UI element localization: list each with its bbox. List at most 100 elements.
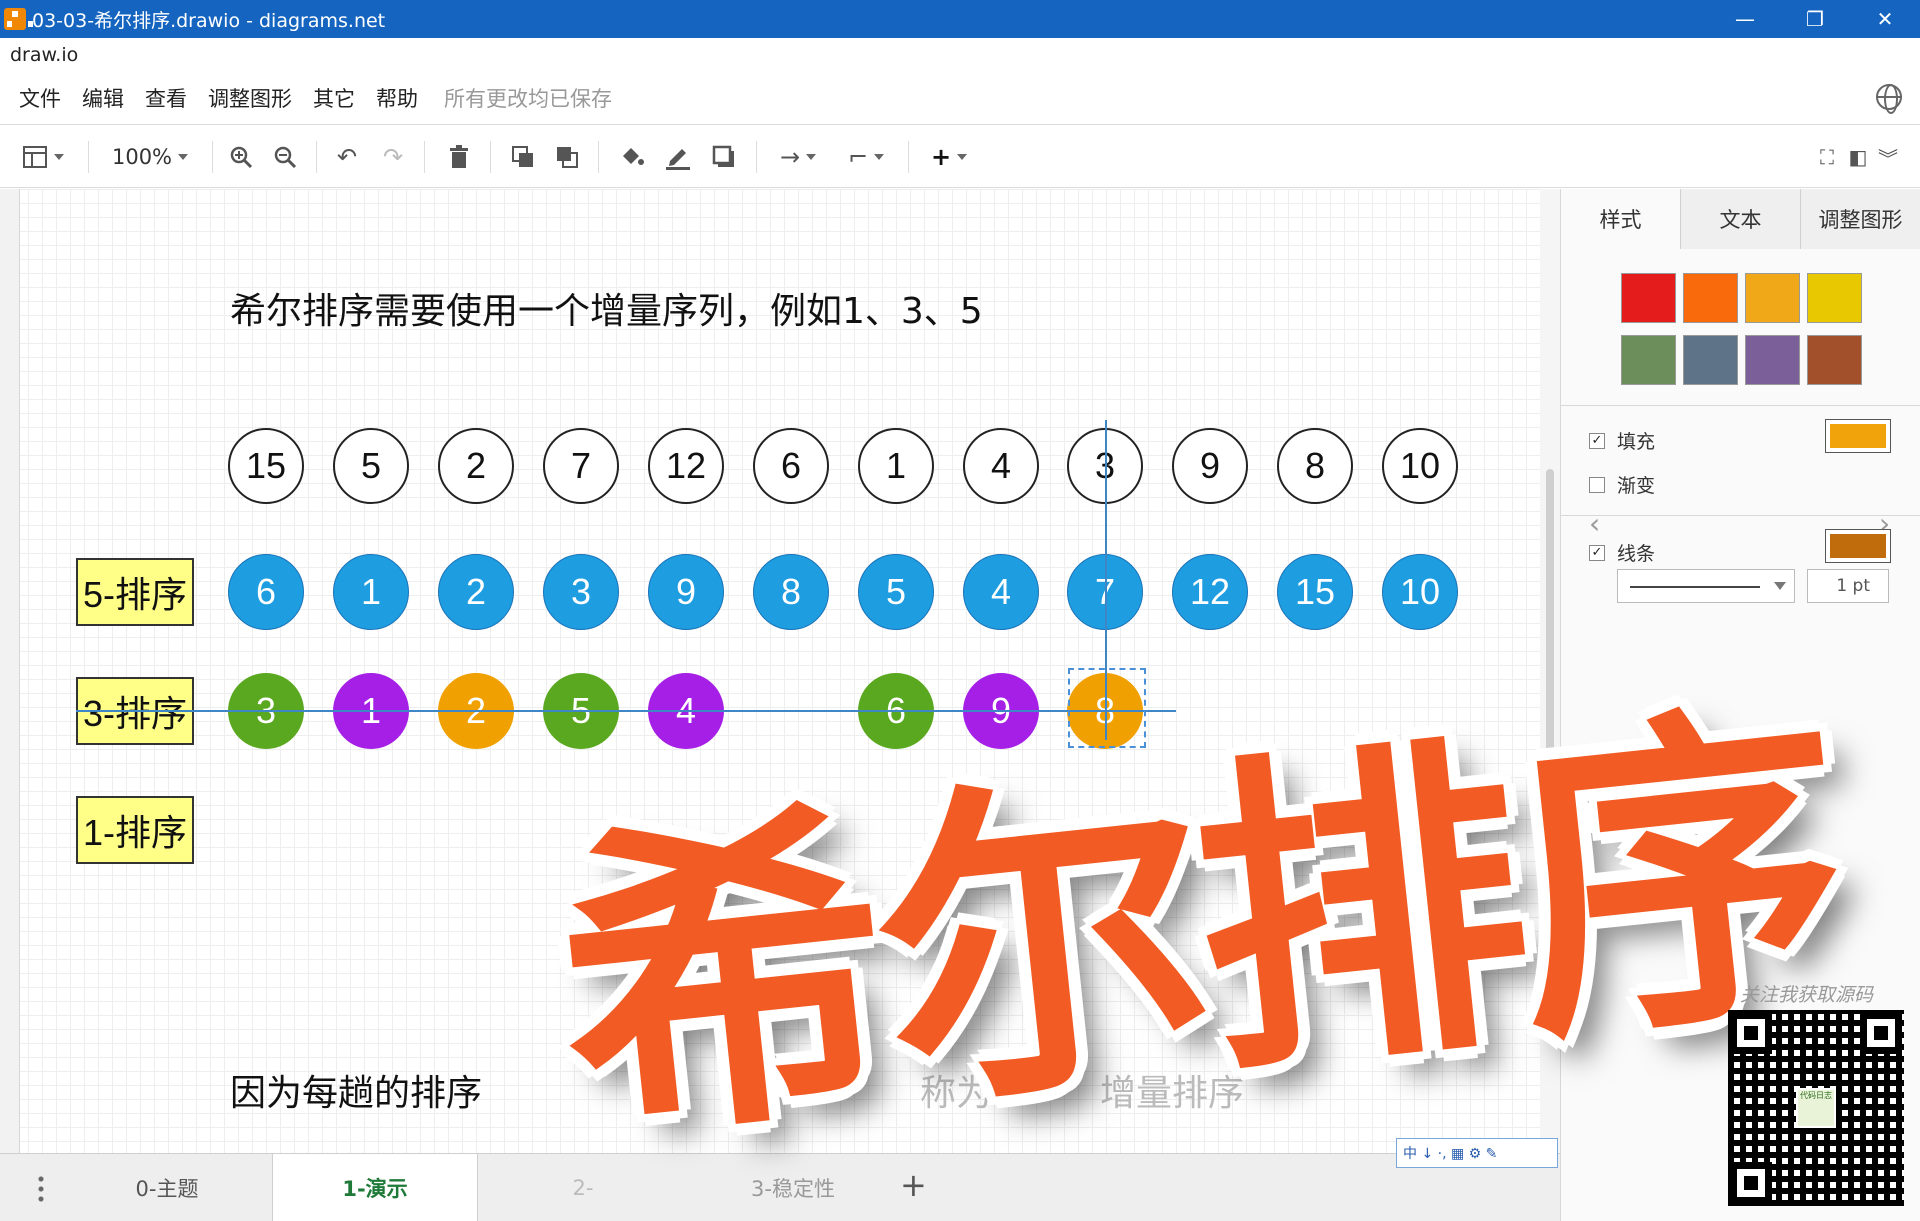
menu-file[interactable]: 文件 — [19, 83, 61, 113]
delete-button[interactable] — [444, 143, 474, 171]
pencil-icon — [666, 149, 690, 170]
paint-bucket-icon — [623, 148, 644, 165]
circle-node[interactable]: 9 — [648, 554, 724, 630]
circle-node[interactable]: 12 — [648, 428, 724, 504]
circle-node[interactable]: 15 — [228, 428, 304, 504]
circle-node[interactable]: 10 — [1382, 554, 1458, 630]
redo-icon: ↷ — [382, 143, 404, 171]
to-back-button[interactable] — [552, 143, 582, 171]
zoom-dropdown[interactable]: 100% — [106, 143, 194, 171]
canvas-footer-left[interactable]: 因为每趟的排序 — [230, 1064, 482, 1116]
circle-node[interactable]: 4 — [963, 554, 1039, 630]
undo-icon: ↶ — [336, 143, 358, 171]
zoom-out-button[interactable] — [270, 143, 300, 171]
line-row: ✓ 线条 — [1589, 539, 1655, 566]
fill-color-button[interactable] — [1825, 419, 1891, 453]
trash-icon — [450, 145, 468, 168]
zoom-in-button[interactable] — [226, 143, 256, 171]
circle-node[interactable]: 5 — [333, 428, 409, 504]
circle-node[interactable]: 1 — [333, 554, 409, 630]
arrow-right-icon: → — [779, 143, 801, 171]
circle-node[interactable]: 8 — [1277, 428, 1353, 504]
circle-node[interactable]: 12 — [1172, 554, 1248, 630]
color-swatch[interactable] — [1745, 335, 1800, 385]
globe-icon[interactable] — [1876, 84, 1902, 114]
toolbar: 100% ↶ ↷ → ⌐ + ⛶ ◧ ︾ — [0, 124, 1920, 188]
color-swatch[interactable] — [1683, 335, 1738, 385]
more-pages-icon[interactable] — [38, 1174, 44, 1202]
circle-node[interactable]: 10 — [1382, 428, 1458, 504]
left-gutter[interactable] — [0, 189, 20, 1153]
undo-button[interactable]: ↶ — [332, 143, 362, 171]
page-tab-1[interactable]: 1-演示 — [272, 1154, 478, 1221]
menu-edit[interactable]: 编辑 — [82, 83, 124, 113]
line-color-button[interactable] — [1825, 529, 1891, 563]
insert-dropdown[interactable]: + — [924, 143, 974, 171]
circle-node[interactable]: 2 — [438, 554, 514, 630]
drawio-app-icon — [4, 8, 33, 30]
restore-button[interactable]: ❐ — [1780, 0, 1850, 38]
zoom-out-icon — [274, 146, 297, 169]
waypoints-dropdown[interactable]: ⌐ — [840, 143, 892, 171]
fill-checkbox[interactable]: ✓ — [1589, 432, 1605, 449]
app-name: draw.io — [10, 44, 79, 66]
line-width-input[interactable]: 1 pt — [1807, 569, 1889, 603]
shadow-icon — [712, 145, 734, 167]
gradient-checkbox[interactable] — [1589, 476, 1605, 493]
canvas-heading[interactable]: 希尔排序需要使用一个增量序列，例如1、3、5 — [230, 282, 983, 334]
chevron-left-icon[interactable]: ‹ — [1589, 507, 1600, 540]
line-checkbox[interactable]: ✓ — [1589, 544, 1605, 561]
tab-text[interactable]: 文本 — [1681, 189, 1801, 249]
line-pattern-select[interactable] — [1617, 569, 1795, 603]
menu-arrange[interactable]: 调整图形 — [208, 83, 292, 113]
circle-node[interactable]: 5 — [858, 554, 934, 630]
waypoint-icon: ⌐ — [847, 143, 869, 171]
tab-style[interactable]: 样式 — [1561, 189, 1681, 249]
format-toggle-button[interactable]: ◧ — [1844, 143, 1872, 171]
format-tabs: 样式 文本 调整图形 — [1561, 189, 1920, 249]
circle-node[interactable]: 6 — [753, 428, 829, 504]
menu-extras[interactable]: 其它 — [313, 83, 355, 113]
zoom-in-icon — [230, 146, 253, 169]
color-swatch[interactable] — [1807, 335, 1862, 385]
row-label-5[interactable]: 5-排序 — [76, 558, 194, 626]
circle-node[interactable]: 9 — [1172, 428, 1248, 504]
redo-button[interactable]: ↷ — [378, 143, 408, 171]
plus-icon: + — [930, 143, 952, 171]
circle-node[interactable]: 1 — [858, 428, 934, 504]
circle-node[interactable]: 4 — [963, 428, 1039, 504]
circle-node[interactable]: 3 — [543, 554, 619, 630]
to-front-icon — [512, 146, 533, 167]
qr-code: 代码日志 — [1728, 1010, 1904, 1206]
menu-view[interactable]: 查看 — [145, 83, 187, 113]
color-swatch[interactable] — [1621, 335, 1676, 385]
fill-color-button[interactable] — [616, 143, 648, 171]
tab-arrange[interactable]: 调整图形 — [1801, 189, 1920, 249]
circle-node[interactable]: 8 — [753, 554, 829, 630]
line-color-button[interactable] — [662, 143, 694, 171]
window-controls: — ❐ ✕ — [1710, 0, 1920, 38]
color-swatch[interactable] — [1745, 273, 1800, 323]
format-panel-toggle[interactable] — [18, 143, 68, 171]
overlay-title: 希尔排序 — [470, 640, 1920, 1187]
circle-node[interactable]: 2 — [438, 428, 514, 504]
shadow-button[interactable] — [708, 143, 740, 171]
close-button[interactable]: ✕ — [1850, 0, 1920, 38]
fullscreen-button[interactable]: ⛶ — [1812, 143, 1842, 171]
add-page-icon[interactable]: + — [900, 1166, 927, 1204]
circle-node[interactable]: 15 — [1277, 554, 1353, 630]
circle-node[interactable]: 6 — [228, 554, 304, 630]
to-back-icon — [557, 147, 578, 168]
circle-node[interactable]: 7 — [543, 428, 619, 504]
overlay-title-text: 希尔排序 — [541, 670, 1855, 1187]
menu-help[interactable]: 帮助 — [376, 83, 418, 113]
color-swatch[interactable] — [1621, 273, 1676, 323]
to-front-button[interactable] — [508, 143, 538, 171]
collapse-button[interactable]: ︾ — [1874, 143, 1902, 171]
row-label-1[interactable]: 1-排序 — [76, 796, 194, 864]
color-swatch[interactable] — [1683, 273, 1738, 323]
minimize-button[interactable]: — — [1710, 0, 1780, 38]
color-swatch[interactable] — [1807, 273, 1862, 323]
page-tab-0[interactable]: 0-主题 — [64, 1154, 270, 1221]
connection-style-dropdown[interactable]: → — [772, 143, 824, 171]
